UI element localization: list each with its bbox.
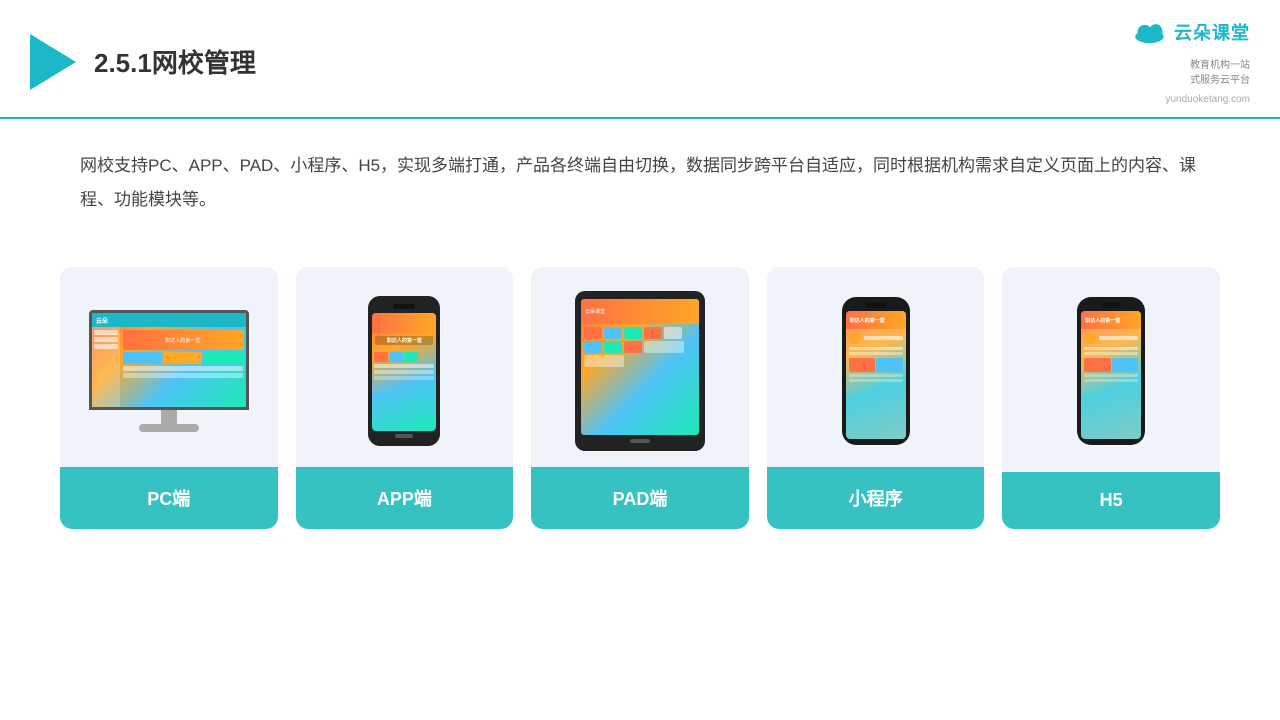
brand-tagline: 教育机构一站 式服务云平台	[1190, 56, 1250, 86]
mini-phone-h5-icon: 职达人的第一堂	[1077, 297, 1145, 445]
brand-cloud: 云朵课堂	[1132, 18, 1250, 46]
brand-logo: 云朵课堂 教育机构一站 式服务云平台 yunduoketang.com	[1132, 18, 1250, 105]
card-pad-image: 云朵课堂	[531, 267, 749, 467]
card-app-image: 职达人的第一堂	[296, 267, 514, 467]
card-h5-label: H5	[1002, 472, 1220, 529]
header-left: 2.5.1网校管理	[30, 34, 256, 90]
brand-name: 云朵课堂	[1174, 19, 1250, 45]
card-miniprogram: 职达人的第一堂	[767, 267, 985, 529]
brand-url: yunduoketang.com	[1165, 94, 1250, 105]
description-text: 网校支持PC、APP、PAD、小程序、H5，实现多端打通，产品各终端自由切换，数…	[0, 119, 1280, 227]
description-paragraph: 网校支持PC、APP、PAD、小程序、H5，实现多端打通，产品各终端自由切换，数…	[80, 149, 1200, 217]
card-h5-image: 职达人的第一堂	[1002, 267, 1220, 467]
card-pc-image: 云朵 职达人的第一堂	[60, 267, 278, 467]
card-miniprogram-image: 职达人的第一堂	[767, 267, 985, 467]
card-pc-label: PC端	[60, 467, 278, 529]
card-pad-label: PAD端	[531, 467, 749, 529]
page-title: 2.5.1网校管理	[94, 43, 256, 80]
pc-monitor-icon: 云朵 职达人的第一堂	[79, 310, 259, 432]
header: 2.5.1网校管理 云朵课堂 教育机构一站 式服务云平台 yunduoketan…	[0, 0, 1280, 119]
phone-app-icon: 职达人的第一堂	[368, 296, 440, 446]
card-app: 职达人的第一堂 APP端	[296, 267, 514, 529]
cloud-icon	[1132, 18, 1170, 46]
card-pad: 云朵课堂	[531, 267, 749, 529]
card-pc: 云朵 职达人的第一堂	[60, 267, 278, 529]
cards-container: 云朵 职达人的第一堂	[0, 237, 1280, 529]
mini-phone-wechat-icon: 职达人的第一堂	[842, 297, 910, 445]
card-miniprogram-label: 小程序	[767, 467, 985, 529]
tablet-pad-icon: 云朵课堂	[575, 291, 705, 451]
card-app-label: APP端	[296, 467, 514, 529]
card-h5: 职达人的第一堂	[1002, 267, 1220, 529]
logo-triangle-icon	[30, 34, 76, 90]
